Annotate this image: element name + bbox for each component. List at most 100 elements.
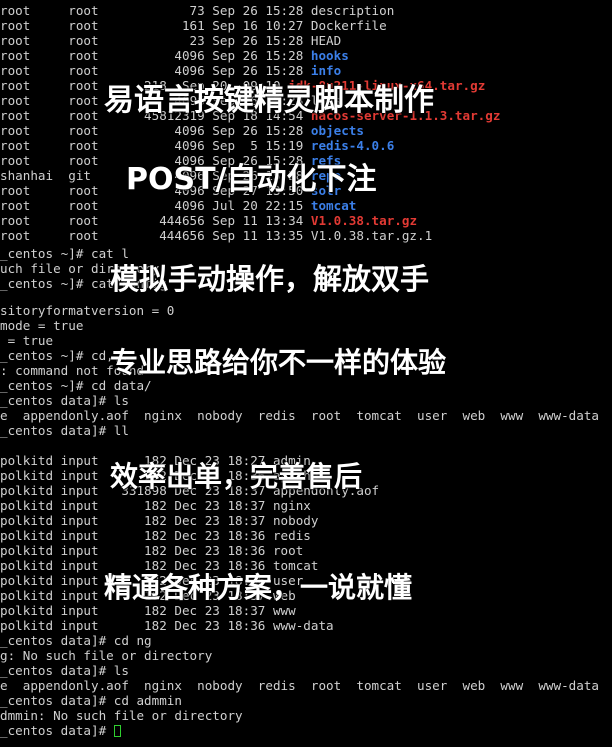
- terminal-text: = true: [0, 333, 54, 348]
- terminal-line: polkitd input 182 Dec 23 18:36 www-data: [0, 618, 334, 633]
- terminal-text: root root 45812319 Sep 18 14:54: [0, 108, 311, 123]
- terminal-text: polkitd input 182 Dec 23 18:36 tomcat: [0, 558, 319, 573]
- terminal-text: polkitd input 182 Dec 23 18:37 nginx: [0, 498, 311, 513]
- terminal-text: polkitd input 182 Dec 23 18:36 root: [0, 543, 304, 558]
- terminal-line: root root 4096 Sep 26 15:28 logs: [0, 93, 341, 108]
- terminal-line: e appendonly.aof nginx nobody redis root…: [0, 678, 599, 693]
- terminal-text: Dockerfile: [310, 18, 387, 33]
- terminal-text: polkitd input 182 Dec 23 18:37 web: [0, 588, 296, 603]
- terminal-line: _centos ~]# cd,,.: [0, 348, 129, 363]
- terminal-line: sitoryformatversion = 0: [0, 303, 174, 318]
- terminal-line: polkitd input 182 Dec 23 18:36 root: [0, 543, 303, 558]
- terminal-text: root root 4096 Sep 5 15:19: [0, 138, 311, 153]
- archive-file-name: jdk-8u211-linux-x64.tar.gz: [288, 78, 486, 93]
- terminal-text: root root 21: [0, 78, 160, 93]
- terminal-text: uch file or directory: [0, 261, 160, 276]
- terminal-text: root root 4096 Jul 20 22:15: [0, 198, 311, 213]
- terminal-line: _centos ~]# cat l: [0, 246, 129, 261]
- terminal-line: _centos data]# ls: [0, 393, 129, 408]
- terminal-text: _centos data]#: [0, 723, 114, 738]
- block-cursor: [113, 725, 121, 737]
- terminal-text: root root 4096 Sep 26 15:28: [0, 123, 311, 138]
- terminal-text: e appendonly.aof nginx nobody redis root…: [0, 678, 599, 693]
- terminal-text: _centos ~]# cat config: [0, 276, 167, 291]
- terminal-text: _centos ~]# cat l: [0, 246, 129, 261]
- terminal-line: shanhai git 4096 Sep 26 15:28 repo: [0, 168, 341, 183]
- terminal-line: g: No such file or directory: [0, 648, 212, 663]
- terminal-line: root root 4096 Sep 26 15:28 info: [0, 63, 341, 78]
- terminal-text: _centos ~]# cd data/: [0, 378, 152, 393]
- terminal-line: root root 4096 Sep 27 13:50 solr: [0, 183, 341, 198]
- terminal-text: root root 73 Sep 26 15:28: [0, 3, 311, 18]
- terminal-text: _centos data]# ls: [0, 663, 129, 678]
- terminal-output-area[interactable]: root root 73 Sep 26 15:28 description roo…: [0, 0, 612, 747]
- terminal-line: : command not found: [0, 363, 144, 378]
- terminal-line: root root 4096 Sep 26 15:28 objects: [0, 123, 364, 138]
- terminal-text: mode = true: [0, 318, 84, 333]
- terminal-text: description: [310, 3, 395, 18]
- terminal-line: root root 161 Sep 16 10:27 Dockerfile: [0, 18, 387, 33]
- terminal-line: _centos ~]# cat config: [0, 276, 167, 291]
- terminal-line: polkitd input 182 Dec 23 18:27 admin: [0, 453, 311, 468]
- terminal-text: polkitd input 331898 Dec 23 18:37 append…: [0, 483, 380, 498]
- terminal-line: polkitd input 182 Dec 23 18:37 web: [0, 588, 296, 603]
- terminal-text: : command not found: [0, 363, 145, 378]
- terminal-text: root root 40: [0, 93, 190, 108]
- terminal-text: polkitd input 182 Dec 23 18:37 nobody: [0, 513, 319, 528]
- terminal-line: polkitd input 182 Dec 23 18:37 nginx: [0, 498, 311, 513]
- terminal-text: polkitd input 182 Dec 23 18:27 admin: [0, 453, 311, 468]
- terminal-text: polkitd input 182 Dec 23 18:36 redis: [0, 528, 311, 543]
- archive-file-name: V1.0.38.tar.gz: [310, 213, 418, 228]
- terminal-text: root root 4096 Sep 26 15:28: [0, 153, 311, 168]
- terminal-text: root root 23 Sep 26 15:28: [0, 33, 311, 48]
- terminal-text: _centos data]# ls: [0, 393, 129, 408]
- terminal-screenshot: root root 73 Sep 26 15:28 description roo…: [0, 0, 612, 747]
- terminal-text: polkitd input 182 Dec 23 18:37 www: [0, 603, 296, 618]
- terminal-line: uch file or directory: [0, 261, 159, 276]
- terminal-line: root root 4096 Jul 20 22:15 tomcat: [0, 198, 356, 213]
- terminal-text: root root 4096 Sep 26 15:28: [0, 48, 311, 63]
- terminal-line: _centos data]# ll: [0, 423, 129, 438]
- directory-name: objects: [310, 123, 364, 138]
- terminal-line: mode = true: [0, 318, 83, 333]
- directory-name: hooks: [310, 48, 349, 63]
- directory-name: solr: [310, 183, 342, 198]
- terminal-line: _centos data]# ls: [0, 663, 129, 678]
- terminal-text: polkitd input 182 Dec 23 18:36 www-data: [0, 618, 334, 633]
- directory-name: tomcat: [310, 198, 357, 213]
- terminal-text: _centos data]# cd ng: [0, 633, 152, 648]
- terminal-text: root root 161 Sep 16 10:27: [0, 18, 311, 33]
- terminal-text: root root 4096 Sep 27 13:50: [0, 183, 311, 198]
- terminal-text: root root 4096 Sep 26 15:28: [0, 63, 311, 78]
- terminal-text: root root 444656 Sep 11 13:34: [0, 213, 311, 228]
- terminal-line: polkitd input 182 Dec 23 18:36 tomcat: [0, 558, 318, 573]
- terminal-text: polkitd input 182 Dec 23 18:36 user: [0, 573, 304, 588]
- terminal-text: _centos ~]# cd,,.: [0, 348, 129, 363]
- directory-name: refs: [310, 153, 342, 168]
- terminal-text: e appendonly.aof nginx nobody redis root…: [0, 408, 599, 423]
- terminal-line: _centos ~]# cd data/: [0, 378, 152, 393]
- terminal-line: _centos data]#: [0, 723, 121, 738]
- terminal-text: HEAD: [310, 33, 342, 48]
- terminal-line: dmmin: No such file or directory: [0, 708, 243, 723]
- terminal-text: sitoryformatversion = 0: [0, 303, 175, 318]
- terminal-line: root root 444656 Sep 11 13:35 V1.0.38.ta…: [0, 228, 432, 243]
- terminal-text: 96 Sep 26 15:28 logs: [189, 93, 342, 108]
- terminal-line: root root 4096 Sep 26 15:28 refs: [0, 153, 341, 168]
- terminal-line: _centos data]# cd admmin: [0, 693, 182, 708]
- terminal-line: polkitd input 182 Dec 23 18:36 user: [0, 573, 303, 588]
- terminal-text: shanhai git 4096 Sep 26 15:28: [0, 168, 311, 183]
- terminal-line: polkitd input 182 Dec 23 18:36 redis: [0, 528, 311, 543]
- terminal-line: _centos data]# cd ng: [0, 633, 152, 648]
- terminal-line: root root 444656 Sep 11 13:34 V1.0.38.ta…: [0, 213, 417, 228]
- terminal-line: root root 218 Sep 20 09:10 jdk-8u211-lin…: [0, 78, 485, 93]
- terminal-line: root root 23 Sep 26 15:28 HEAD: [0, 33, 341, 48]
- terminal-line: = true: [0, 333, 54, 348]
- terminal-line: polkitd input 182 Dec 23 18:37 www: [0, 603, 296, 618]
- terminal-text: root root 444656 Sep 11 13:35 V1.0.38.ta…: [0, 228, 433, 243]
- terminal-text: _centos data]# ll: [0, 423, 129, 438]
- terminal-line: e appendonly.aof nginx nobody redis root…: [0, 408, 599, 423]
- directory-name: repo: [310, 168, 342, 183]
- terminal-line: polkitd input 182 Dec 23 18:37 nobody: [0, 513, 318, 528]
- archive-file-name: nacos-server-1.1.3.tar.gz: [310, 108, 501, 123]
